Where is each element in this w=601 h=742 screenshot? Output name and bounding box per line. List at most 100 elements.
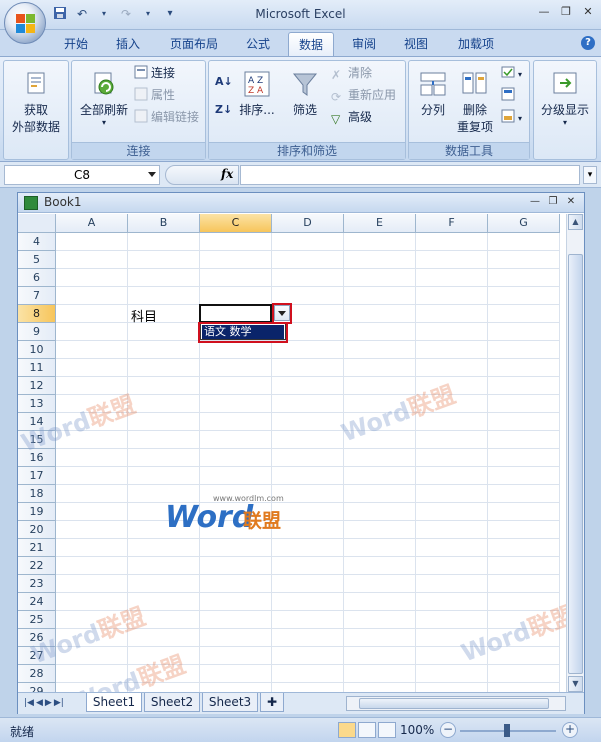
cell[interactable] <box>416 485 488 503</box>
cell[interactable] <box>344 233 416 251</box>
cell[interactable] <box>488 359 560 377</box>
cell[interactable] <box>200 413 272 431</box>
tab-home[interactable]: 开始 <box>56 32 96 56</box>
row-header[interactable]: 20 <box>18 521 56 539</box>
column-header[interactable]: D <box>272 214 344 233</box>
cell[interactable] <box>488 323 560 341</box>
row-header[interactable]: 15 <box>18 431 56 449</box>
close-icon[interactable]: ✕ <box>579 4 597 20</box>
cell[interactable] <box>344 521 416 539</box>
cell[interactable] <box>128 269 200 287</box>
zoom-level[interactable]: 100% <box>400 723 434 737</box>
refresh-all-button[interactable]: 全部刷新 ▾ <box>75 69 133 127</box>
cell[interactable] <box>488 431 560 449</box>
cell[interactable] <box>200 449 272 467</box>
column-header[interactable]: F <box>416 214 488 233</box>
cell[interactable] <box>56 557 128 575</box>
row-header[interactable]: 13 <box>18 395 56 413</box>
cell[interactable] <box>200 269 272 287</box>
normal-view-icon[interactable] <box>338 722 356 738</box>
cell[interactable] <box>344 287 416 305</box>
horizontal-scroll-thumb[interactable] <box>359 698 549 709</box>
cell[interactable] <box>416 377 488 395</box>
cell[interactable] <box>200 341 272 359</box>
cell[interactable] <box>128 539 200 557</box>
cell[interactable] <box>56 251 128 269</box>
cell[interactable] <box>200 377 272 395</box>
row-header[interactable]: 4 <box>18 233 56 251</box>
worksheet-grid[interactable]: ABCDEFG 4 5 6 7 8 9 10 11 12 13 14 15 16 17 18 19 20 21 22… <box>18 214 566 692</box>
tab-view[interactable]: 视图 <box>394 32 438 56</box>
cell[interactable] <box>488 269 560 287</box>
cell[interactable] <box>488 467 560 485</box>
cell[interactable] <box>488 593 560 611</box>
sheet-tab-3[interactable]: Sheet3 <box>202 693 258 712</box>
row-header[interactable]: 18 <box>18 485 56 503</box>
cell[interactable] <box>56 431 128 449</box>
cell[interactable] <box>56 341 128 359</box>
cell[interactable] <box>416 665 488 683</box>
cell[interactable] <box>344 593 416 611</box>
cell[interactable] <box>56 323 128 341</box>
row-header[interactable]: 19 <box>18 503 56 521</box>
cell[interactable] <box>272 575 344 593</box>
cell[interactable] <box>128 377 200 395</box>
zoom-slider-thumb[interactable] <box>504 724 510 737</box>
row-header[interactable]: 23 <box>18 575 56 593</box>
tab-page-layout[interactable]: 页面布局 <box>160 32 228 56</box>
cell[interactable] <box>272 629 344 647</box>
vertical-scrollbar[interactable]: ▲ ▼ <box>566 214 584 692</box>
cell[interactable] <box>344 557 416 575</box>
cell[interactable] <box>56 593 128 611</box>
cell[interactable] <box>128 593 200 611</box>
prev-sheet-icon[interactable]: ◀ <box>36 698 43 708</box>
column-header[interactable]: E <box>344 214 416 233</box>
minimize-icon[interactable]: — <box>535 4 553 20</box>
row-header[interactable]: 14 <box>18 413 56 431</box>
cell[interactable] <box>272 341 344 359</box>
column-header[interactable]: A <box>56 214 128 233</box>
sort-asc-button[interactable]: A↓ <box>215 71 233 95</box>
cell[interactable] <box>488 683 560 692</box>
cell[interactable] <box>344 413 416 431</box>
cell[interactable] <box>488 395 560 413</box>
zoom-in-icon[interactable]: + <box>562 722 578 738</box>
reapply-button[interactable]: ⟳ 重新应用 <box>331 85 396 105</box>
next-sheet-icon[interactable]: ▶ <box>45 698 52 708</box>
cell[interactable] <box>344 269 416 287</box>
cell[interactable] <box>56 269 128 287</box>
tab-formulas[interactable]: 公式 <box>236 32 280 56</box>
minimize-icon[interactable]: — <box>528 194 542 210</box>
row-header[interactable]: 5 <box>18 251 56 269</box>
cell[interactable] <box>488 539 560 557</box>
cell[interactable] <box>488 305 560 323</box>
cell[interactable] <box>344 539 416 557</box>
cell[interactable] <box>56 629 128 647</box>
cell[interactable] <box>200 233 272 251</box>
tab-data[interactable]: 数据 <box>288 32 334 56</box>
cell[interactable] <box>128 449 200 467</box>
cell[interactable] <box>56 413 128 431</box>
name-box[interactable]: C8 <box>4 165 160 185</box>
sort-desc-button[interactable]: Z↓ <box>215 99 232 123</box>
sort-button[interactable]: A ZZ A 排序... <box>237 69 277 118</box>
cell[interactable] <box>488 341 560 359</box>
connections-button[interactable]: 连接 <box>134 63 175 83</box>
cell[interactable] <box>272 395 344 413</box>
cell[interactable] <box>416 629 488 647</box>
cell[interactable] <box>128 359 200 377</box>
cell[interactable] <box>488 287 560 305</box>
tab-review[interactable]: 审阅 <box>342 32 386 56</box>
active-cell-c8[interactable] <box>199 304 272 323</box>
cell[interactable] <box>488 521 560 539</box>
tab-addins[interactable]: 加载项 <box>446 32 506 56</box>
cell[interactable] <box>128 647 200 665</box>
cell[interactable] <box>416 233 488 251</box>
cell[interactable] <box>128 665 200 683</box>
cell[interactable] <box>416 323 488 341</box>
cell[interactable] <box>416 341 488 359</box>
cell[interactable] <box>56 539 128 557</box>
cell[interactable] <box>416 467 488 485</box>
row-header[interactable]: 24 <box>18 593 56 611</box>
row-header[interactable]: 21 <box>18 539 56 557</box>
